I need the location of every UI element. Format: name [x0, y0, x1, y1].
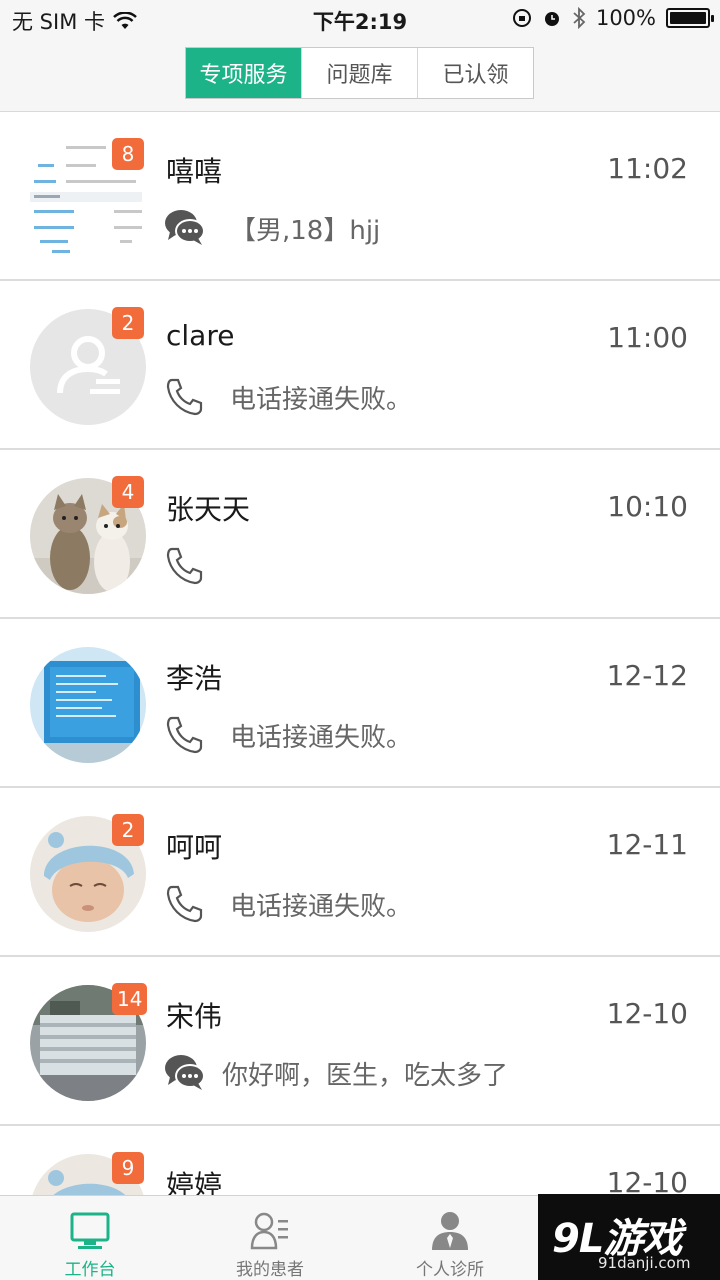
- conversation-row[interactable]: 2 呵呵 12-11 电话接通失败。: [0, 788, 720, 957]
- tab-my-patients[interactable]: 我的患者: [180, 1196, 360, 1280]
- bluetooth-icon: [573, 7, 586, 29]
- person-icon: [432, 1212, 468, 1250]
- status-right-group: 100%: [512, 6, 714, 30]
- contact-name: 张天天: [166, 493, 251, 526]
- contact-name: 宋伟: [166, 1000, 223, 1033]
- message-preview: 电话接通失败。: [230, 385, 413, 415]
- unread-badge: 2: [112, 814, 144, 846]
- message-time: 12-12: [606, 659, 688, 692]
- message-time: 11:00: [607, 321, 688, 354]
- message-time: 12-10: [606, 1166, 688, 1195]
- alarm-icon: [544, 12, 559, 26]
- conversation-row[interactable]: 李浩 12-12 电话接通失败。: [0, 619, 720, 788]
- phone-icon: [166, 547, 203, 585]
- chat-bubble-icon: [165, 210, 205, 245]
- tab-label: 工作台: [64, 1260, 116, 1280]
- contact-name: 嘻嘻: [166, 155, 223, 188]
- rotation-lock-icon: [512, 9, 531, 27]
- screen-photo-avatar: [30, 647, 146, 763]
- conversation-row[interactable]: 4 张天天 10:10: [0, 450, 720, 619]
- monitor-icon: [70, 1212, 110, 1249]
- message-time: 11:02: [607, 152, 688, 185]
- message-time: 12-11: [606, 828, 688, 861]
- contact-name: clare: [166, 319, 235, 352]
- unread-badge: 9: [112, 1152, 144, 1184]
- watermark-url: 91danji.com: [598, 1254, 691, 1272]
- tab-label: 我的患者: [236, 1260, 304, 1280]
- battery-icon: [666, 8, 714, 28]
- watermark-logo: 9L游戏 91danji.com: [538, 1194, 720, 1280]
- status-bar: 无 SIM 卡 下午2:19 100%: [0, 0, 720, 36]
- unread-badge: 8: [112, 138, 144, 170]
- phone-icon: [166, 716, 203, 754]
- message-preview: 你好啊，医生，吃太多了: [222, 1061, 509, 1091]
- contact-name: 呵呵: [166, 831, 223, 864]
- conversation-row[interactable]: 9 婷婷 12-10: [0, 1126, 720, 1195]
- chat-bubble-icon: [165, 1055, 205, 1090]
- segment-special-service[interactable]: 专项服务: [186, 48, 302, 98]
- segmented-control: 专项服务 问题库 已认领: [185, 47, 534, 99]
- conversation-row[interactable]: 2 clare 11:00 电话接通失败。: [0, 281, 720, 450]
- segment-question-bank[interactable]: 问题库: [302, 48, 418, 98]
- battery-percent: 100%: [595, 6, 656, 30]
- contact-name: 婷婷: [166, 1169, 223, 1195]
- unread-badge: 2: [112, 307, 144, 339]
- nav-bar: 专项服务 问题库 已认领: [0, 36, 720, 112]
- message-preview: 电话接通失败。: [230, 892, 413, 922]
- contact-name: 李浩: [166, 662, 223, 695]
- conversation-row[interactable]: 14 宋伟 12-10 你好啊，医生，吃太多了: [0, 957, 720, 1126]
- conversation-list: 8 嘻嘻 11:02 【男,18】hjj 2 clare 11:00 电话接通失…: [0, 112, 720, 1195]
- phone-icon: [166, 885, 203, 923]
- conversation-row[interactable]: 8 嘻嘻 11:02 【男,18】hjj: [0, 112, 720, 281]
- unread-badge: 14: [112, 983, 148, 1015]
- tab-personal-clinic[interactable]: 个人诊所: [360, 1196, 540, 1280]
- message-preview: 【男,18】hjj: [230, 216, 381, 246]
- unread-badge: 4: [112, 476, 144, 508]
- message-preview: 电话接通失败。: [230, 723, 413, 753]
- patient-list-icon: [250, 1212, 288, 1250]
- tab-workbench[interactable]: 工作台: [0, 1196, 180, 1280]
- phone-icon: [166, 378, 203, 416]
- tab-label: 个人诊所: [416, 1260, 484, 1280]
- message-time: 10:10: [607, 490, 688, 523]
- message-time: 12-10: [606, 997, 688, 1030]
- segment-claimed[interactable]: 已认领: [418, 48, 533, 98]
